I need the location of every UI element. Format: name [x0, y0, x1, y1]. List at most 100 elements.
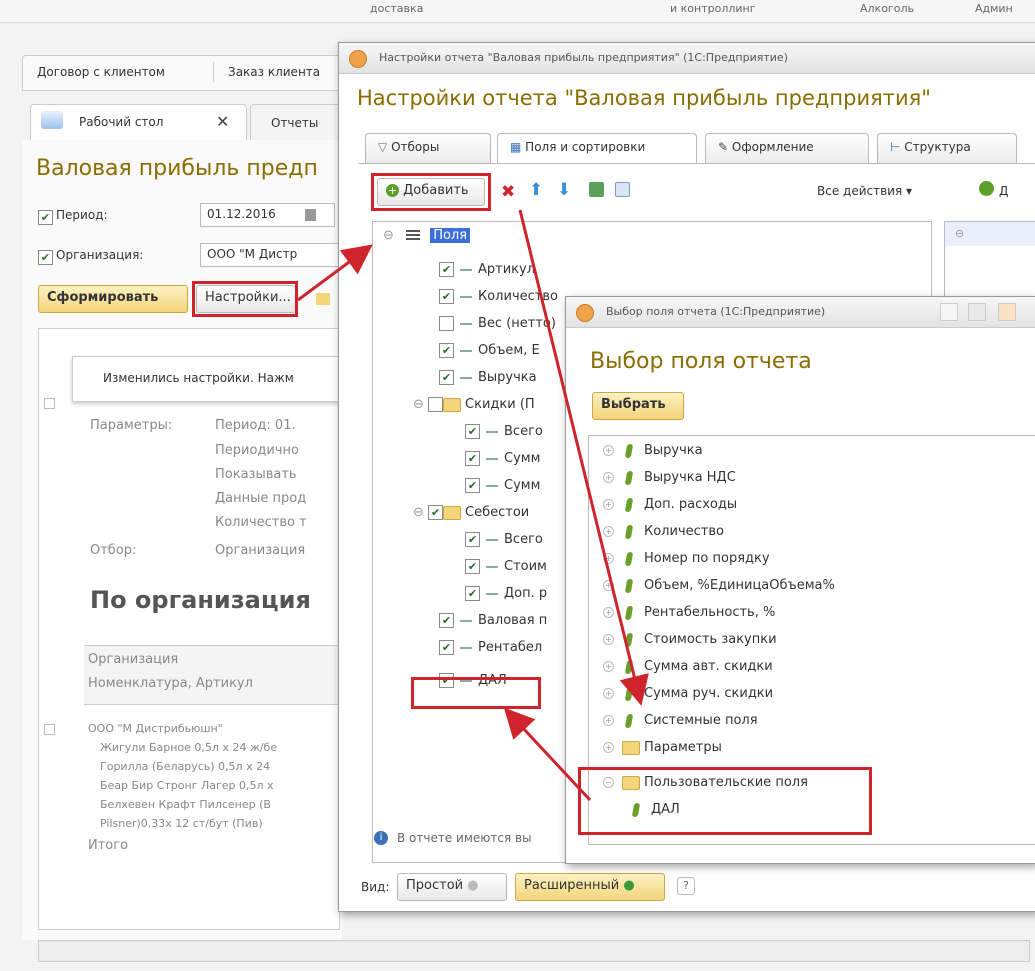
settings-titlebar[interactable]: Настройки отчета "Валовая прибыль предпр… — [339, 43, 1035, 74]
folder-icon[interactable] — [316, 293, 330, 305]
tab-filters-label: Отборы — [391, 140, 440, 154]
field-item[interactable]: ✔ Количество — [439, 286, 558, 308]
list-item-label: Выручка — [644, 443, 703, 458]
list-item[interactable]: + Объем, %ЕдиницаОбъема% — [603, 575, 835, 597]
list-item[interactable]: + Выручка НДС — [603, 467, 736, 489]
delete-icon[interactable]: ✖ — [501, 182, 515, 202]
field-group[interactable]: ⊖ ✔ Себестои — [413, 502, 529, 524]
params-line: Показывать — [215, 467, 297, 482]
list-item[interactable]: + Параметры — [603, 737, 722, 759]
params-label: Параметры: — [90, 418, 173, 433]
tab-structure[interactable]: ⊢ Структура — [877, 133, 1017, 163]
field-group[interactable]: ⊖ Скидки (П — [413, 394, 535, 416]
generate-button[interactable]: Сформировать — [38, 285, 188, 313]
tab-fields-sorting[interactable]: ▦ Поля и сортировки — [497, 133, 697, 164]
notice-box: Изменились настройки. Нажм — [72, 356, 344, 402]
notice-text: Изменились настройки. Нажм — [103, 371, 294, 385]
view-extended-button[interactable]: Расширенный ● — [515, 873, 665, 901]
period-label: Период: — [56, 208, 108, 222]
add-right-label[interactable]: Д — [999, 184, 1008, 198]
collapse-icon[interactable]: ⊖ — [955, 227, 964, 240]
field-item[interactable]: ✔ Рентабел — [439, 637, 542, 659]
tree-root[interactable]: ⊖ Поля — [383, 225, 471, 247]
params-line: Период: 01. — [215, 418, 296, 433]
add-icon-right[interactable] — [979, 181, 994, 196]
info-icon: i — [374, 831, 388, 845]
field-item[interactable]: ✔ Всего — [465, 529, 543, 551]
list-item[interactable]: + Сумма авт. скидки — [603, 656, 773, 678]
list-icon — [406, 229, 421, 242]
list-item[interactable]: + Системные поля — [603, 710, 758, 732]
field-item[interactable]: ✔ Сумм — [465, 448, 540, 470]
list-item[interactable]: + Доп. расходы — [603, 494, 737, 516]
list-item[interactable]: + Рентабельность, % — [603, 602, 775, 624]
field-item[interactable]: ✔ Доп. р — [465, 583, 547, 605]
tab-design[interactable]: ✎ Оформление — [705, 133, 869, 163]
calendar-icon[interactable] — [305, 209, 316, 221]
list-item-label: Сумма авт. скидки — [644, 659, 773, 674]
copy-icon[interactable] — [615, 182, 630, 197]
list-icon[interactable] — [968, 303, 986, 321]
move-up-icon[interactable]: ⬆ — [529, 180, 543, 200]
field-label: Себестои — [465, 505, 530, 520]
folder-icon — [443, 505, 462, 520]
list-item-label: Сумма руч. скидки — [644, 686, 774, 701]
top-menu-item[interactable]: доставка — [370, 2, 423, 15]
tab-filters[interactable]: ▽ Отборы — [365, 133, 491, 163]
list-item[interactable]: + Количество — [603, 521, 724, 543]
select-window-title: Выбор поля отчета (1С:Предприятие) — [606, 305, 826, 318]
top-menu-item[interactable]: и контроллинг — [670, 2, 756, 15]
select-titlebar[interactable]: Выбор поля отчета (1С:Предприятие) — [566, 297, 1035, 328]
highlight-settings — [192, 281, 298, 317]
field-label: Стоим — [504, 559, 547, 574]
tab-divider — [359, 163, 1035, 164]
tab-reports[interactable]: Отчеты — [250, 104, 342, 142]
close-icon[interactable]: ✕ — [216, 112, 229, 131]
collapse-icon[interactable] — [44, 724, 55, 735]
top-menu-item[interactable]: Алкоголь — [860, 2, 914, 15]
field-icon — [624, 659, 634, 674]
field-icon — [624, 443, 634, 458]
select-button[interactable]: Выбрать — [592, 392, 684, 420]
report-title: Валовая прибыль предп — [36, 156, 318, 181]
move-down-icon[interactable]: ⬇ — [557, 180, 571, 200]
field-item[interactable]: ✔ Сумм — [465, 475, 540, 497]
field-label: Сумм — [504, 451, 541, 466]
tab-client-contract[interactable]: Договор с клиентом — [37, 65, 165, 79]
tab-client-order[interactable]: Заказ клиента — [228, 65, 320, 79]
table-row: Белхевен Крафт Пилсенер (В — [100, 798, 271, 811]
horizontal-scrollbar[interactable] — [38, 940, 1030, 962]
period-input[interactable]: 01.12.2016 — [200, 203, 335, 227]
period-checkbox[interactable]: ✔ — [38, 210, 53, 225]
field-item[interactable]: Вес (нетто) — [439, 313, 556, 335]
window-icon[interactable] — [940, 303, 958, 321]
total-row: Итого — [88, 838, 129, 853]
app-logo-icon — [576, 304, 594, 322]
field-icon — [624, 713, 634, 728]
field-item[interactable]: ✔ Выручка — [439, 367, 537, 389]
list-item[interactable]: + Стоимость закупки — [603, 629, 777, 651]
top-menu-item[interactable]: Админ — [975, 2, 1013, 15]
field-item[interactable]: ✔ Объем, Е — [439, 340, 540, 362]
organization-input[interactable]: ООО "М Дистр — [200, 243, 340, 267]
group-icon[interactable] — [589, 182, 604, 197]
field-item[interactable]: ✔ Артикул — [439, 259, 535, 281]
list-item[interactable]: + Сумма руч. скидки — [603, 683, 773, 705]
field-item[interactable]: ✔ Стоим — [465, 556, 547, 578]
all-actions-menu[interactable]: Все действия ▾ — [817, 184, 912, 198]
field-item[interactable]: ✔ Валовая п — [439, 610, 547, 632]
collapse-icon[interactable] — [44, 398, 55, 409]
list-item[interactable]: + Номер по порядку — [603, 548, 770, 570]
view-simple-button[interactable]: Простой ● — [397, 873, 507, 901]
list-item-label: Доп. расходы — [644, 497, 738, 512]
help-icon[interactable]: ? — [677, 877, 695, 895]
list-item[interactable]: + Выручка — [603, 440, 703, 462]
field-item[interactable]: ✔ Всего — [465, 421, 543, 443]
table-row: Pilsner)0,33х 12 ст/бут (Пив) — [100, 817, 263, 830]
field-select-window: Выбор поля отчета (1С:Предприятие) Выбор… — [565, 296, 1035, 864]
organization-checkbox[interactable]: ✔ — [38, 250, 53, 265]
column-nomenclature: Номенклатура, Артикул — [88, 676, 253, 691]
field-icon — [624, 605, 634, 620]
calendar-icon[interactable] — [998, 303, 1016, 321]
tab-desktop[interactable]: Рабочий стол ✕ — [30, 104, 247, 142]
